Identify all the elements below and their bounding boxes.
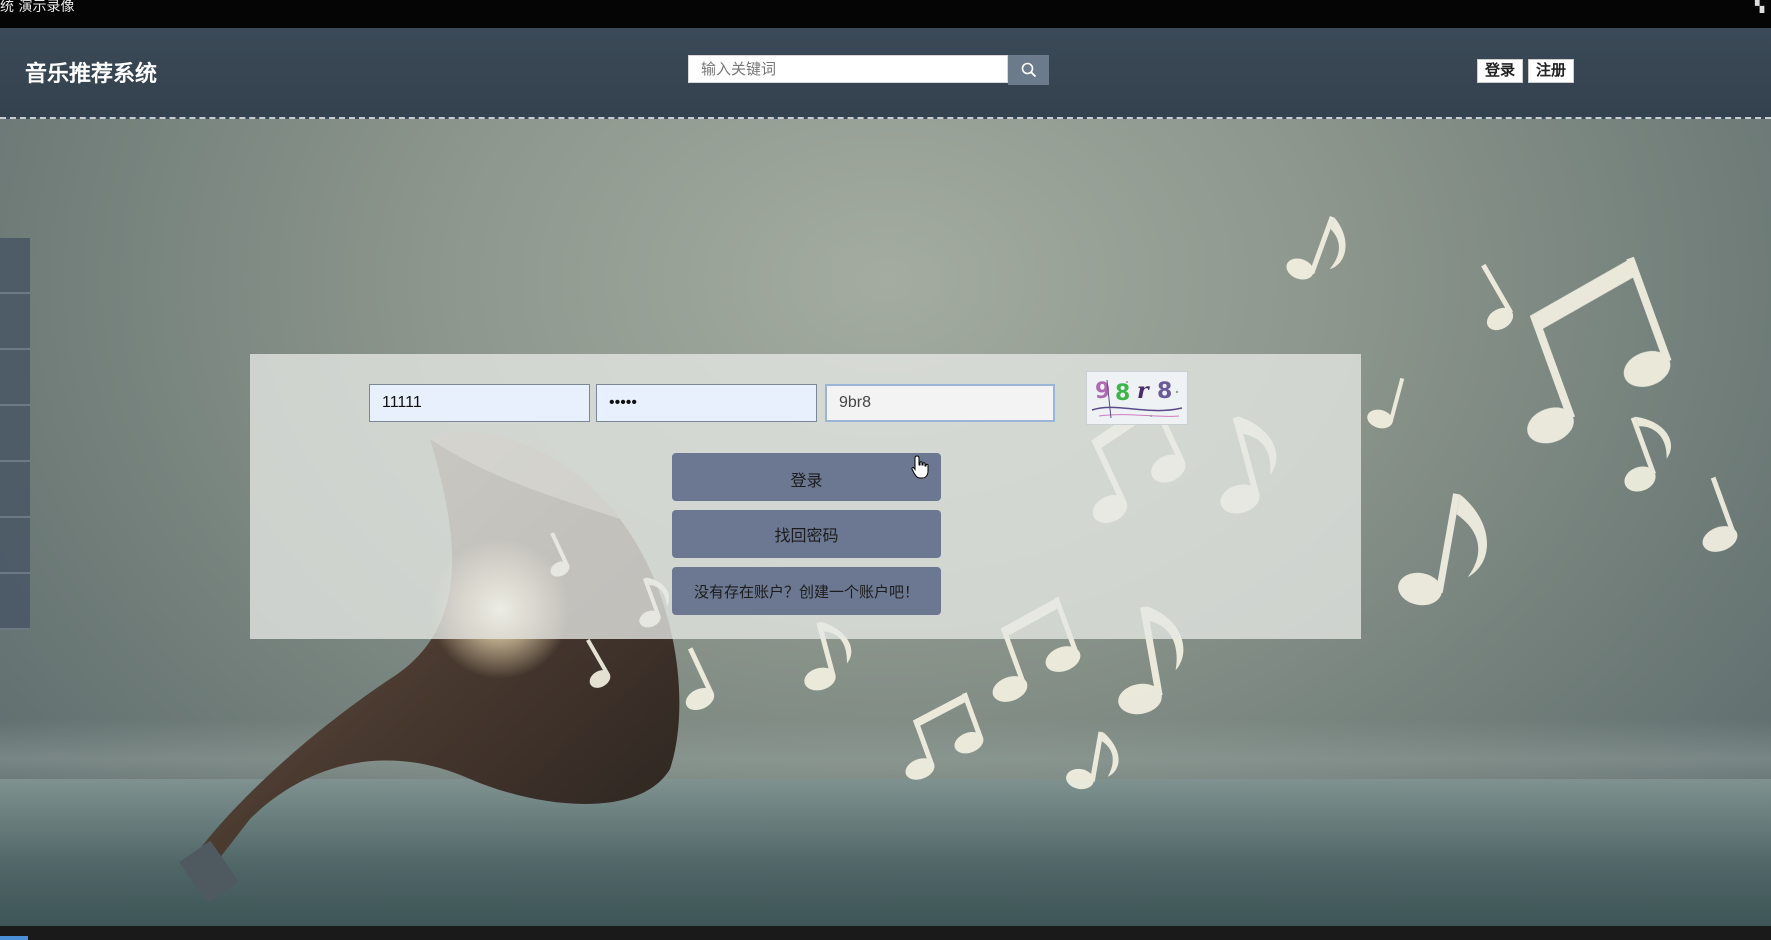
hero-background: 9 8 r 8 登录 找回密码 没有存在账户？创建一个账户吧！ — [0, 119, 1771, 926]
login-submit-button[interactable]: 登录 — [672, 453, 941, 501]
side-rail-item[interactable] — [0, 574, 30, 630]
search-icon — [1021, 62, 1036, 78]
bottom-progress-bar — [0, 926, 1771, 940]
window-title: 统 演示录像 — [0, 0, 75, 15]
side-rail-item[interactable] — [0, 294, 30, 350]
side-rail-item[interactable] — [0, 406, 30, 462]
forgot-password-button[interactable]: 找回密码 — [672, 510, 941, 558]
playback-progress[interactable] — [0, 936, 28, 940]
login-panel: 9 8 r 8 登录 找回密码 没有存在账户？创建一个账户吧！ — [250, 354, 1361, 639]
header-register-button[interactable]: 注册 — [1528, 59, 1575, 83]
captcha-char: r — [1137, 378, 1150, 404]
username-field[interactable] — [369, 384, 590, 422]
window-titlebar: 统 演示录像 ▚ — [0, 0, 1771, 28]
side-rail-item[interactable] — [0, 350, 30, 406]
auth-links: 登录 注册 — [1477, 59, 1575, 83]
captcha-char: 8 — [1115, 381, 1130, 406]
side-rail — [0, 119, 30, 630]
captcha-glyphs: 9 8 r 8 — [1091, 378, 1183, 419]
captcha-field[interactable] — [825, 384, 1055, 422]
restore-icon[interactable]: ▚ — [1755, 0, 1769, 12]
side-rail-item[interactable] — [0, 462, 30, 518]
top-navbar: 音乐推荐系统 登录 注册 — [0, 28, 1771, 119]
create-account-button[interactable]: 没有存在账户？创建一个账户吧！ — [672, 567, 941, 615]
search-bar — [688, 55, 1049, 85]
side-rail-item[interactable] — [0, 518, 30, 574]
hand-pointer-icon — [911, 455, 929, 479]
side-rail-item[interactable] — [0, 238, 30, 294]
site-brand[interactable]: 音乐推荐系统 — [25, 56, 157, 88]
search-input[interactable] — [688, 55, 1008, 83]
search-button[interactable] — [1008, 55, 1049, 85]
header-login-button[interactable]: 登录 — [1477, 59, 1524, 83]
password-field[interactable] — [596, 384, 817, 422]
captcha-image[interactable]: 9 8 r 8 — [1086, 371, 1188, 425]
captcha-char: 8 — [1157, 379, 1172, 404]
